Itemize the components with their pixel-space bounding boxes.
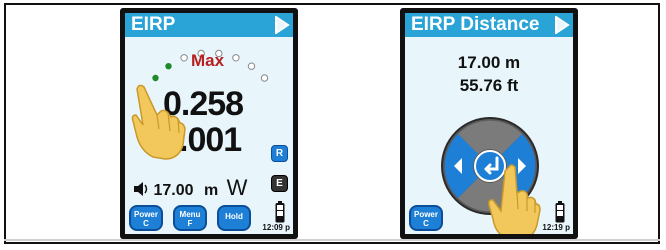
- gauge-dot: [232, 54, 240, 62]
- gauge-dot: [260, 74, 269, 82]
- eirp-screen: EIRP Max 0.258 .001 R E 17.00 m W Power …: [125, 13, 293, 234]
- screen-title: EIRP: [131, 14, 176, 35]
- secondary-reading: .001: [179, 121, 242, 159]
- power-button-key: C: [143, 219, 149, 228]
- screen-title: EIRP Distance: [411, 14, 540, 35]
- power-button[interactable]: Power C: [129, 205, 163, 231]
- power-button-key: C: [423, 219, 429, 228]
- title-bar: EIRP: [125, 13, 293, 37]
- power-button[interactable]: Power C: [409, 205, 443, 231]
- distance-feet: 55.76 ft: [459, 76, 519, 95]
- clock: 12:09 p: [262, 223, 290, 232]
- max-label: Max: [191, 51, 225, 70]
- menu-button-label: Menu: [179, 210, 201, 219]
- eirp-distance-device: EIRP Distance 17.00 m 55.76 ft Power C 1…: [400, 8, 578, 239]
- clock: 12:19 p: [542, 223, 570, 232]
- pointing-hand-icon: [488, 164, 541, 234]
- gauge-dot: [165, 63, 172, 70]
- next-screen-icon[interactable]: [554, 16, 570, 34]
- power-unit-prefix: m: [203, 182, 219, 199]
- power-button-label: Power: [133, 210, 158, 219]
- speaker-icon[interactable]: [133, 182, 149, 196]
- frame-divider: [4, 239, 660, 241]
- eirp-device: EIRP Max 0.258 .001 R E 17.00 m W Power …: [120, 8, 298, 239]
- next-screen-icon[interactable]: [274, 16, 290, 34]
- r-button[interactable]: R: [271, 145, 288, 162]
- title-bar: EIRP Distance: [405, 13, 573, 37]
- power-value: 17.00: [153, 182, 194, 199]
- power-button-label: Power: [413, 210, 438, 219]
- hold-button[interactable]: Hold: [217, 205, 251, 231]
- menu-button[interactable]: Menu F: [173, 205, 207, 231]
- gauge-dot: [180, 54, 188, 62]
- battery-icon: [555, 201, 565, 223]
- e-button[interactable]: E: [271, 175, 288, 192]
- menu-button-key: F: [187, 219, 193, 228]
- power-unit: W: [226, 175, 248, 200]
- pointing-hand-icon: [131, 84, 186, 160]
- power-readout: 17.00 m W: [133, 175, 247, 201]
- distance-meters: 17.00 m: [457, 53, 521, 72]
- gauge-dot: [247, 62, 256, 70]
- battery-icon: [275, 201, 285, 223]
- eirp-distance-screen: EIRP Distance 17.00 m 55.76 ft Power C 1…: [405, 13, 573, 234]
